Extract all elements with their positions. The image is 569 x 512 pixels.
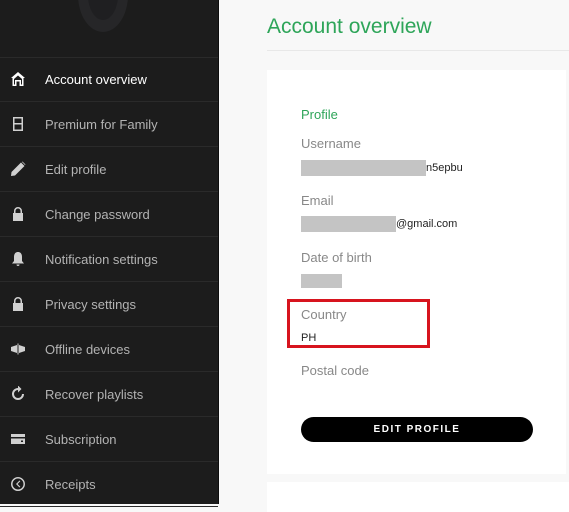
sidebar-item-label: Change password — [45, 206, 150, 222]
sidebar-item-notification-settings[interactable]: Notification settings — [0, 237, 218, 282]
devices-icon — [0, 341, 45, 357]
family-plan-icon — [0, 116, 45, 132]
profile-card: Profile Username n5epbu Email @gmail.com… — [267, 70, 566, 474]
redacted-block — [301, 216, 396, 232]
lock-icon — [0, 296, 45, 312]
sidebar-item-privacy-settings[interactable]: Privacy settings — [0, 282, 218, 327]
sidebar-item-subscription[interactable]: Subscription — [0, 417, 218, 462]
sidebar-item-label: Edit profile — [45, 161, 107, 177]
sidebar-item-account-overview[interactable]: Account overview — [0, 57, 218, 102]
sidebar-item-label: Account overview — [45, 71, 147, 87]
sidebar-item-label: Notification settings — [45, 251, 158, 267]
country-value: PH — [301, 332, 317, 344]
dob-label: Date of birth — [301, 250, 372, 265]
sidebar-item-change-password[interactable]: Change password — [0, 192, 218, 237]
sidebar-item-label: Subscription — [45, 431, 117, 447]
refresh-icon — [0, 386, 45, 402]
sidebar-item-label: Recover playlists — [45, 386, 144, 402]
clock-icon — [0, 476, 45, 492]
sidebar-item-receipts[interactable]: Receipts — [0, 462, 218, 507]
sidebar-item-recover-playlists[interactable]: Recover playlists — [0, 372, 218, 417]
username-value: n5epbu — [301, 160, 463, 176]
title-divider — [267, 50, 569, 51]
lock-icon — [0, 206, 45, 222]
sidebar-nav: Account overview Premium for Family Edit… — [0, 57, 218, 507]
country-label: Country — [301, 307, 347, 322]
sidebar-item-label: Receipts — [45, 476, 96, 492]
edit-profile-button[interactable]: EDIT PROFILE — [301, 417, 533, 442]
redacted-block — [301, 160, 426, 176]
sidebar: Account overview Premium for Family Edit… — [0, 0, 219, 507]
postal-code-label: Postal code — [301, 363, 369, 378]
profile-section-title: Profile — [301, 107, 338, 122]
bell-icon — [0, 251, 45, 267]
sidebar-item-edit-profile[interactable]: Edit profile — [0, 147, 218, 192]
card-icon — [0, 431, 45, 447]
username-label: Username — [301, 136, 361, 151]
sidebar-item-premium-for-family[interactable]: Premium for Family — [0, 102, 218, 147]
sidebar-item-offline-devices[interactable]: Offline devices — [0, 327, 218, 372]
page-title: Account overview — [267, 15, 432, 38]
email-visible-text: @gmail.com — [396, 218, 458, 230]
home-icon — [0, 71, 45, 87]
username-visible-text: n5epbu — [426, 162, 463, 174]
avatar-area — [0, 0, 218, 58]
dob-value — [301, 274, 342, 288]
main-content: Account overview Profile Username n5epbu… — [219, 0, 569, 512]
sidebar-item-label: Premium for Family — [45, 116, 158, 132]
pencil-icon — [0, 161, 45, 177]
email-value: @gmail.com — [301, 216, 457, 232]
email-label: Email — [301, 193, 334, 208]
redacted-block — [301, 274, 342, 288]
next-card — [267, 482, 569, 512]
sidebar-item-label: Offline devices — [45, 341, 131, 357]
sidebar-item-label: Privacy settings — [45, 296, 137, 312]
